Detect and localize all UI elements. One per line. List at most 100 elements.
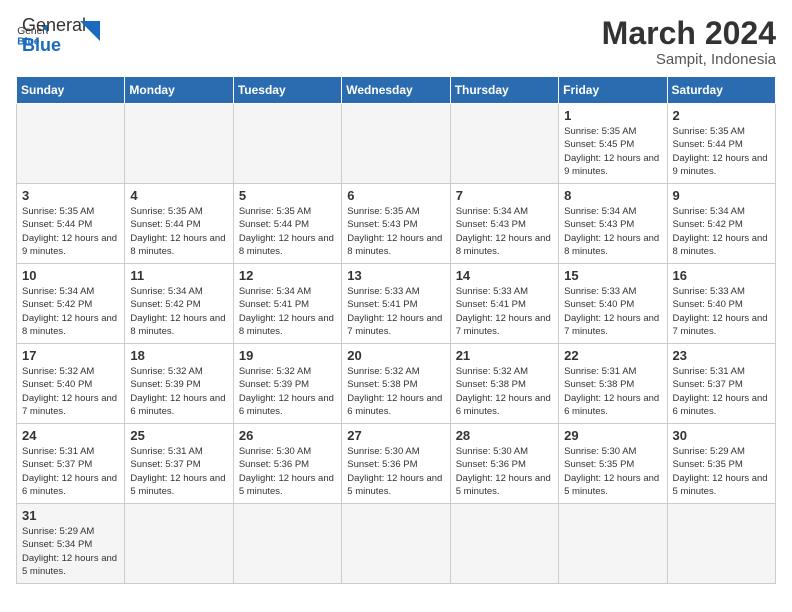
calendar-cell	[559, 504, 667, 584]
day-number: 18	[130, 348, 227, 363]
day-info: Sunrise: 5:33 AM Sunset: 5:40 PM Dayligh…	[564, 285, 661, 338]
day-number: 5	[239, 188, 336, 203]
day-info: Sunrise: 5:29 AM Sunset: 5:34 PM Dayligh…	[22, 525, 119, 578]
day-info: Sunrise: 5:33 AM Sunset: 5:41 PM Dayligh…	[456, 285, 553, 338]
page-header: General Blue General Blue March 2024 Sam…	[16, 16, 776, 68]
day-number: 17	[22, 348, 119, 363]
day-info: Sunrise: 5:31 AM Sunset: 5:37 PM Dayligh…	[673, 365, 770, 418]
day-number: 12	[239, 268, 336, 283]
day-info: Sunrise: 5:32 AM Sunset: 5:38 PM Dayligh…	[347, 365, 444, 418]
day-info: Sunrise: 5:31 AM Sunset: 5:38 PM Dayligh…	[564, 365, 661, 418]
calendar-week-row: 17Sunrise: 5:32 AM Sunset: 5:40 PM Dayli…	[17, 344, 776, 424]
col-header-wednesday: Wednesday	[342, 77, 450, 104]
day-info: Sunrise: 5:34 AM Sunset: 5:42 PM Dayligh…	[130, 285, 227, 338]
day-number: 24	[22, 428, 119, 443]
calendar-cell	[450, 504, 558, 584]
calendar-cell: 8Sunrise: 5:34 AM Sunset: 5:43 PM Daylig…	[559, 184, 667, 264]
day-number: 7	[456, 188, 553, 203]
calendar-cell: 5 Sunrise: 5:35 AM Sunset: 5:44 PM Daylig…	[233, 184, 341, 264]
calendar-cell: 29Sunrise: 5:30 AM Sunset: 5:35 PM Dayli…	[559, 424, 667, 504]
day-info: Sunrise: 5:35 AM Sunset: 5:44 PM Dayligh…	[130, 205, 227, 258]
calendar-cell: 22 Sunrise: 5:31 AM Sunset: 5:38 PM Dayli…	[559, 344, 667, 424]
calendar-cell: 2Sunrise: 5:35 AM Sunset: 5:44 PM Daylig…	[667, 104, 775, 184]
day-info: Sunrise: 5:32 AM Sunset: 5:38 PM Dayligh…	[456, 365, 553, 418]
day-info: Sunrise: 5:34 AM Sunset: 5:43 PM Dayligh…	[456, 205, 553, 258]
calendar-cell: 26 Sunrise: 5:30 AM Sunset: 5:36 PM Dayli…	[233, 424, 341, 504]
calendar-cell: 31 Sunrise: 5:29 AM Sunset: 5:34 PM Dayli…	[17, 504, 125, 584]
calendar-cell: 10Sunrise: 5:34 AM Sunset: 5:42 PM Dayli…	[17, 264, 125, 344]
calendar-cell: 7 Sunrise: 5:34 AM Sunset: 5:43 PM Daylig…	[450, 184, 558, 264]
col-header-thursday: Thursday	[450, 77, 558, 104]
day-number: 25	[130, 428, 227, 443]
day-number: 26	[239, 428, 336, 443]
day-info: Sunrise: 5:32 AM Sunset: 5:39 PM Dayligh…	[130, 365, 227, 418]
day-info: Sunrise: 5:34 AM Sunset: 5:42 PM Dayligh…	[673, 205, 770, 258]
logo: General Blue General Blue	[16, 16, 100, 56]
calendar-cell	[233, 504, 341, 584]
calendar-cell: 1 Sunrise: 5:35 AM Sunset: 5:45 PM Daylig…	[559, 104, 667, 184]
calendar-week-row: 31 Sunrise: 5:29 AM Sunset: 5:34 PM Dayli…	[17, 504, 776, 584]
day-number: 4	[130, 188, 227, 203]
title-block: March 2024 Sampit, Indonesia	[602, 16, 776, 68]
calendar-cell: 16Sunrise: 5:33 AM Sunset: 5:40 PM Dayli…	[667, 264, 775, 344]
calendar-header-row: SundayMondayTuesdayWednesdayThursdayFrid…	[17, 77, 776, 104]
day-number: 1	[564, 108, 661, 123]
day-info: Sunrise: 5:30 AM Sunset: 5:35 PM Dayligh…	[564, 445, 661, 498]
calendar-cell: 13Sunrise: 5:33 AM Sunset: 5:41 PM Dayli…	[342, 264, 450, 344]
calendar-cell: 24 Sunrise: 5:31 AM Sunset: 5:37 PM Dayli…	[17, 424, 125, 504]
calendar-cell	[342, 104, 450, 184]
day-info: Sunrise: 5:32 AM Sunset: 5:39 PM Dayligh…	[239, 365, 336, 418]
calendar-cell	[17, 104, 125, 184]
day-info: Sunrise: 5:29 AM Sunset: 5:35 PM Dayligh…	[673, 445, 770, 498]
day-number: 20	[347, 348, 444, 363]
calendar-cell: 9Sunrise: 5:34 AM Sunset: 5:42 PM Daylig…	[667, 184, 775, 264]
day-number: 23	[673, 348, 770, 363]
day-number: 3	[22, 188, 119, 203]
calendar-cell: 15 Sunrise: 5:33 AM Sunset: 5:40 PM Dayli…	[559, 264, 667, 344]
day-info: Sunrise: 5:33 AM Sunset: 5:41 PM Dayligh…	[347, 285, 444, 338]
col-header-tuesday: Tuesday	[233, 77, 341, 104]
day-info: Sunrise: 5:31 AM Sunset: 5:37 PM Dayligh…	[22, 445, 119, 498]
calendar-cell: 27 Sunrise: 5:30 AM Sunset: 5:36 PM Dayli…	[342, 424, 450, 504]
col-header-friday: Friday	[559, 77, 667, 104]
day-info: Sunrise: 5:35 AM Sunset: 5:44 PM Dayligh…	[239, 205, 336, 258]
day-info: Sunrise: 5:30 AM Sunset: 5:36 PM Dayligh…	[239, 445, 336, 498]
calendar-cell: 18 Sunrise: 5:32 AM Sunset: 5:39 PM Dayli…	[125, 344, 233, 424]
location-subtitle: Sampit, Indonesia	[602, 51, 776, 68]
calendar-cell: 21Sunrise: 5:32 AM Sunset: 5:38 PM Dayli…	[450, 344, 558, 424]
day-info: Sunrise: 5:31 AM Sunset: 5:37 PM Dayligh…	[130, 445, 227, 498]
day-number: 14	[456, 268, 553, 283]
calendar-cell: 28 Sunrise: 5:30 AM Sunset: 5:36 PM Dayli…	[450, 424, 558, 504]
calendar-cell: 23 Sunrise: 5:31 AM Sunset: 5:37 PM Dayli…	[667, 344, 775, 424]
day-number: 31	[22, 508, 119, 523]
day-number: 15	[564, 268, 661, 283]
calendar-week-row: 24 Sunrise: 5:31 AM Sunset: 5:37 PM Dayli…	[17, 424, 776, 504]
calendar-cell: 20 Sunrise: 5:32 AM Sunset: 5:38 PM Dayli…	[342, 344, 450, 424]
day-number: 28	[456, 428, 553, 443]
calendar-cell: 6Sunrise: 5:35 AM Sunset: 5:43 PM Daylig…	[342, 184, 450, 264]
day-info: Sunrise: 5:30 AM Sunset: 5:36 PM Dayligh…	[347, 445, 444, 498]
calendar-cell: 3 Sunrise: 5:35 AM Sunset: 5:44 PM Daylig…	[17, 184, 125, 264]
calendar-cell: 17Sunrise: 5:32 AM Sunset: 5:40 PM Dayli…	[17, 344, 125, 424]
calendar-cell: 19 Sunrise: 5:32 AM Sunset: 5:39 PM Dayli…	[233, 344, 341, 424]
col-header-monday: Monday	[125, 77, 233, 104]
logo-blue-text: Blue	[22, 36, 86, 56]
day-info: Sunrise: 5:35 AM Sunset: 5:45 PM Dayligh…	[564, 125, 661, 178]
calendar-table: SundayMondayTuesdayWednesdayThursdayFrid…	[16, 76, 776, 584]
logo-triangle-icon	[80, 21, 100, 41]
calendar-cell	[233, 104, 341, 184]
day-info: Sunrise: 5:34 AM Sunset: 5:41 PM Dayligh…	[239, 285, 336, 338]
day-info: Sunrise: 5:30 AM Sunset: 5:36 PM Dayligh…	[456, 445, 553, 498]
day-info: Sunrise: 5:34 AM Sunset: 5:43 PM Dayligh…	[564, 205, 661, 258]
day-number: 27	[347, 428, 444, 443]
day-number: 22	[564, 348, 661, 363]
day-number: 16	[673, 268, 770, 283]
calendar-week-row: 10Sunrise: 5:34 AM Sunset: 5:42 PM Dayli…	[17, 264, 776, 344]
day-number: 30	[673, 428, 770, 443]
day-info: Sunrise: 5:35 AM Sunset: 5:44 PM Dayligh…	[673, 125, 770, 178]
day-info: Sunrise: 5:35 AM Sunset: 5:44 PM Dayligh…	[22, 205, 119, 258]
calendar-cell	[450, 104, 558, 184]
col-header-sunday: Sunday	[17, 77, 125, 104]
calendar-cell	[667, 504, 775, 584]
day-number: 19	[239, 348, 336, 363]
